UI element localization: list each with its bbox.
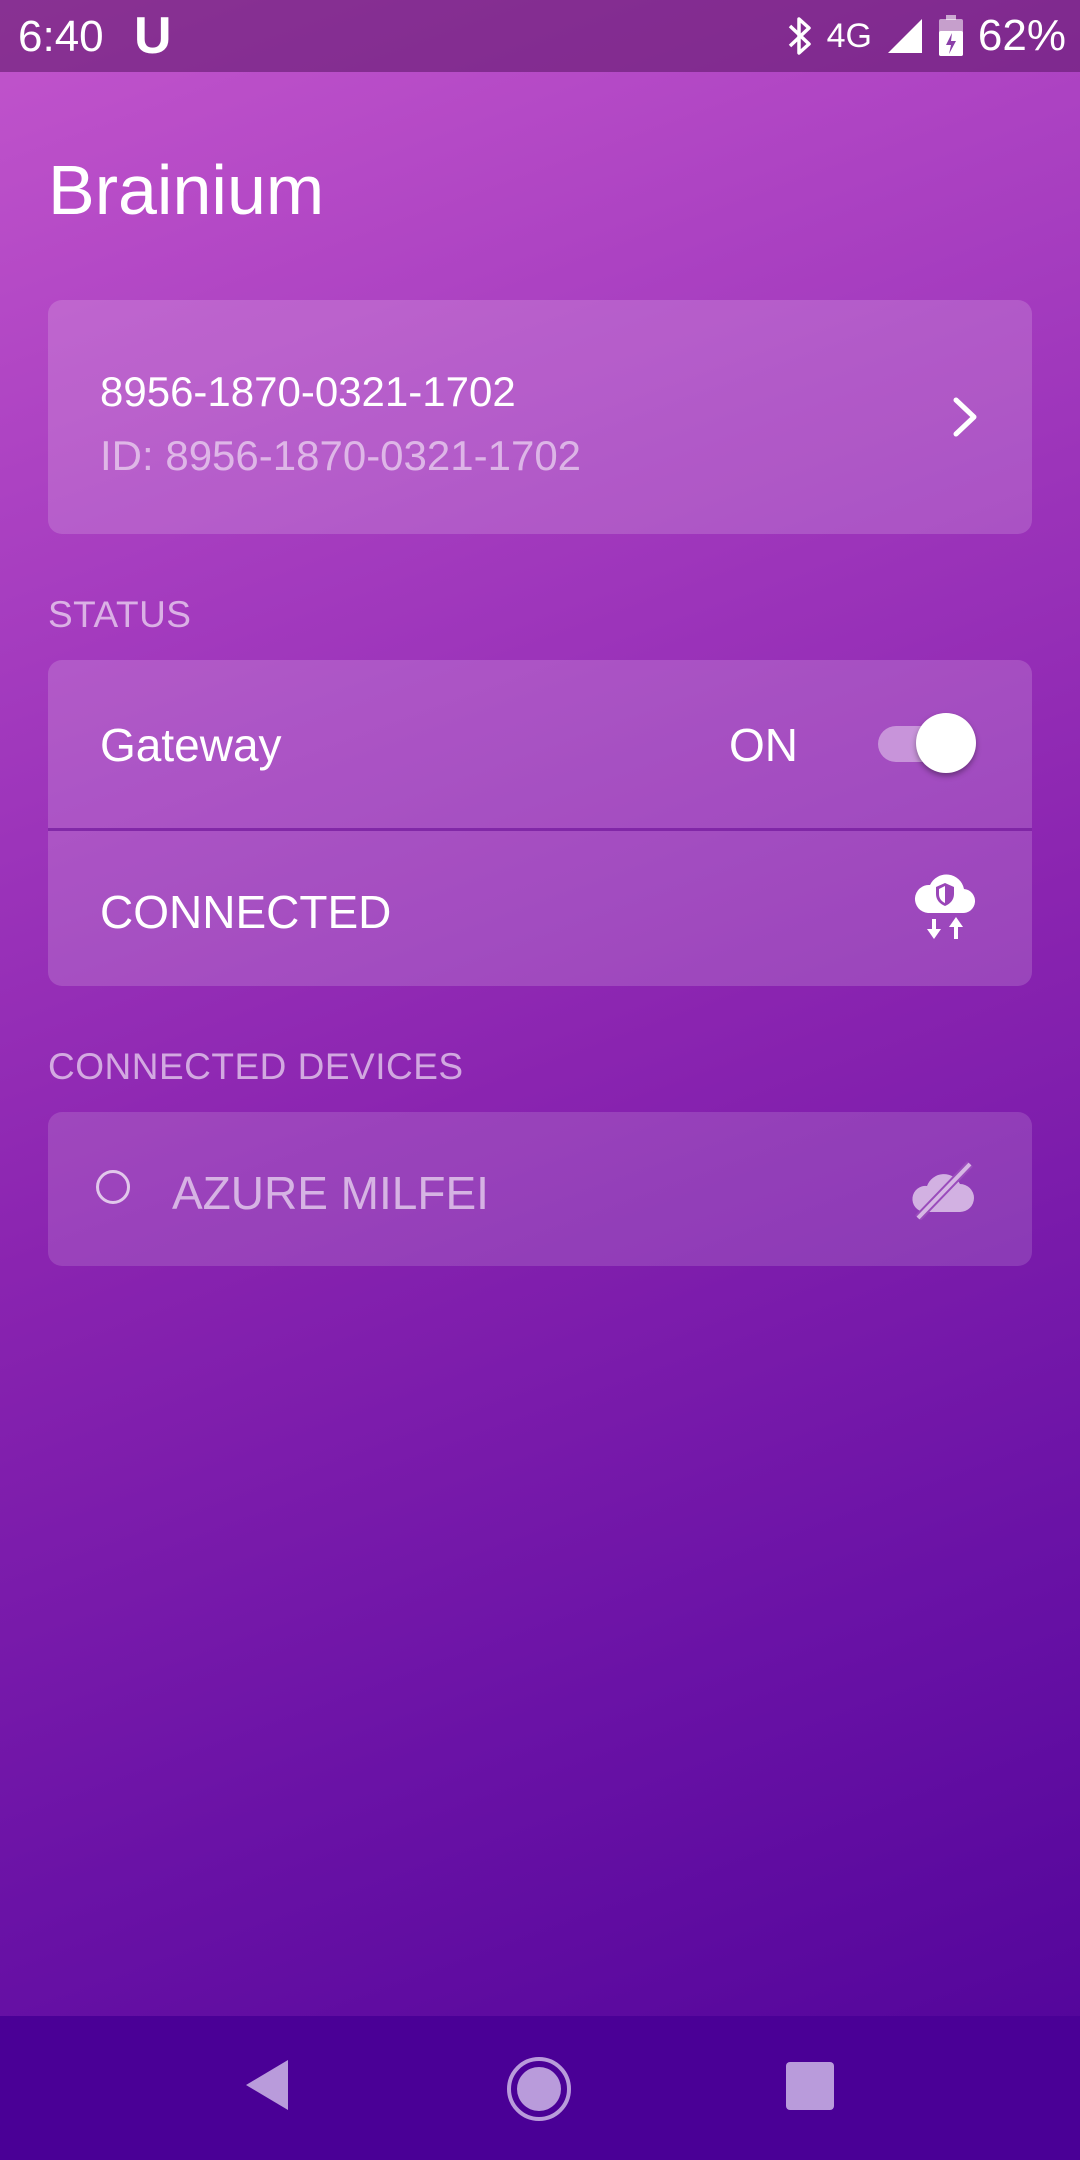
bluetooth-icon — [788, 17, 811, 55]
connection-row: CONNECTED — [48, 831, 1032, 986]
status-icons: 4G 62% — [787, 10, 1066, 62]
cloud-sync-shield-icon — [914, 874, 976, 939]
home-icon[interactable] — [506, 2056, 572, 2122]
connected-devices-label: CONNECTED DEVICES — [48, 1046, 464, 1087]
device-item-label: AZURE MILFEI — [172, 1167, 489, 1219]
device-id: ID: 8956-1870-0321-1702 — [100, 432, 582, 479]
page-title: Brainium — [48, 151, 325, 229]
gateway-state: ON — [729, 719, 798, 771]
signal-icon — [887, 19, 922, 53]
connection-status: CONNECTED — [100, 886, 392, 938]
status-bar: 6:40 U 4G 62% — [0, 0, 1080, 72]
battery-percent: 62% — [977, 11, 1066, 60]
battery-icon — [938, 15, 963, 56]
status-time: 6:40 — [18, 12, 104, 61]
recent-apps-icon[interactable] — [786, 2062, 834, 2110]
cloud-off-icon — [912, 1161, 974, 1220]
gateway-row: Gateway ON — [48, 660, 1032, 828]
chevron-right-icon — [953, 397, 977, 437]
network-type: 4G — [826, 16, 872, 55]
device-card[interactable]: 8956-1870-0321-1702 ID: 8956-1870-0321-1… — [48, 300, 1032, 534]
list-item[interactable]: AZURE MILFEI — [48, 1112, 1032, 1266]
navigation-bar — [0, 2016, 1080, 2160]
carrier-notification-icon: U — [134, 7, 172, 65]
device-radio[interactable] — [96, 1170, 130, 1204]
status-section-label: STATUS — [48, 594, 192, 635]
gateway-label: Gateway — [100, 719, 282, 771]
status-card: Gateway ON CONNECTED — [48, 660, 1032, 986]
gateway-toggle[interactable] — [878, 713, 978, 773]
toggle-thumb — [916, 713, 976, 773]
device-name: 8956-1870-0321-1702 — [100, 368, 516, 415]
back-icon[interactable] — [244, 2058, 290, 2112]
